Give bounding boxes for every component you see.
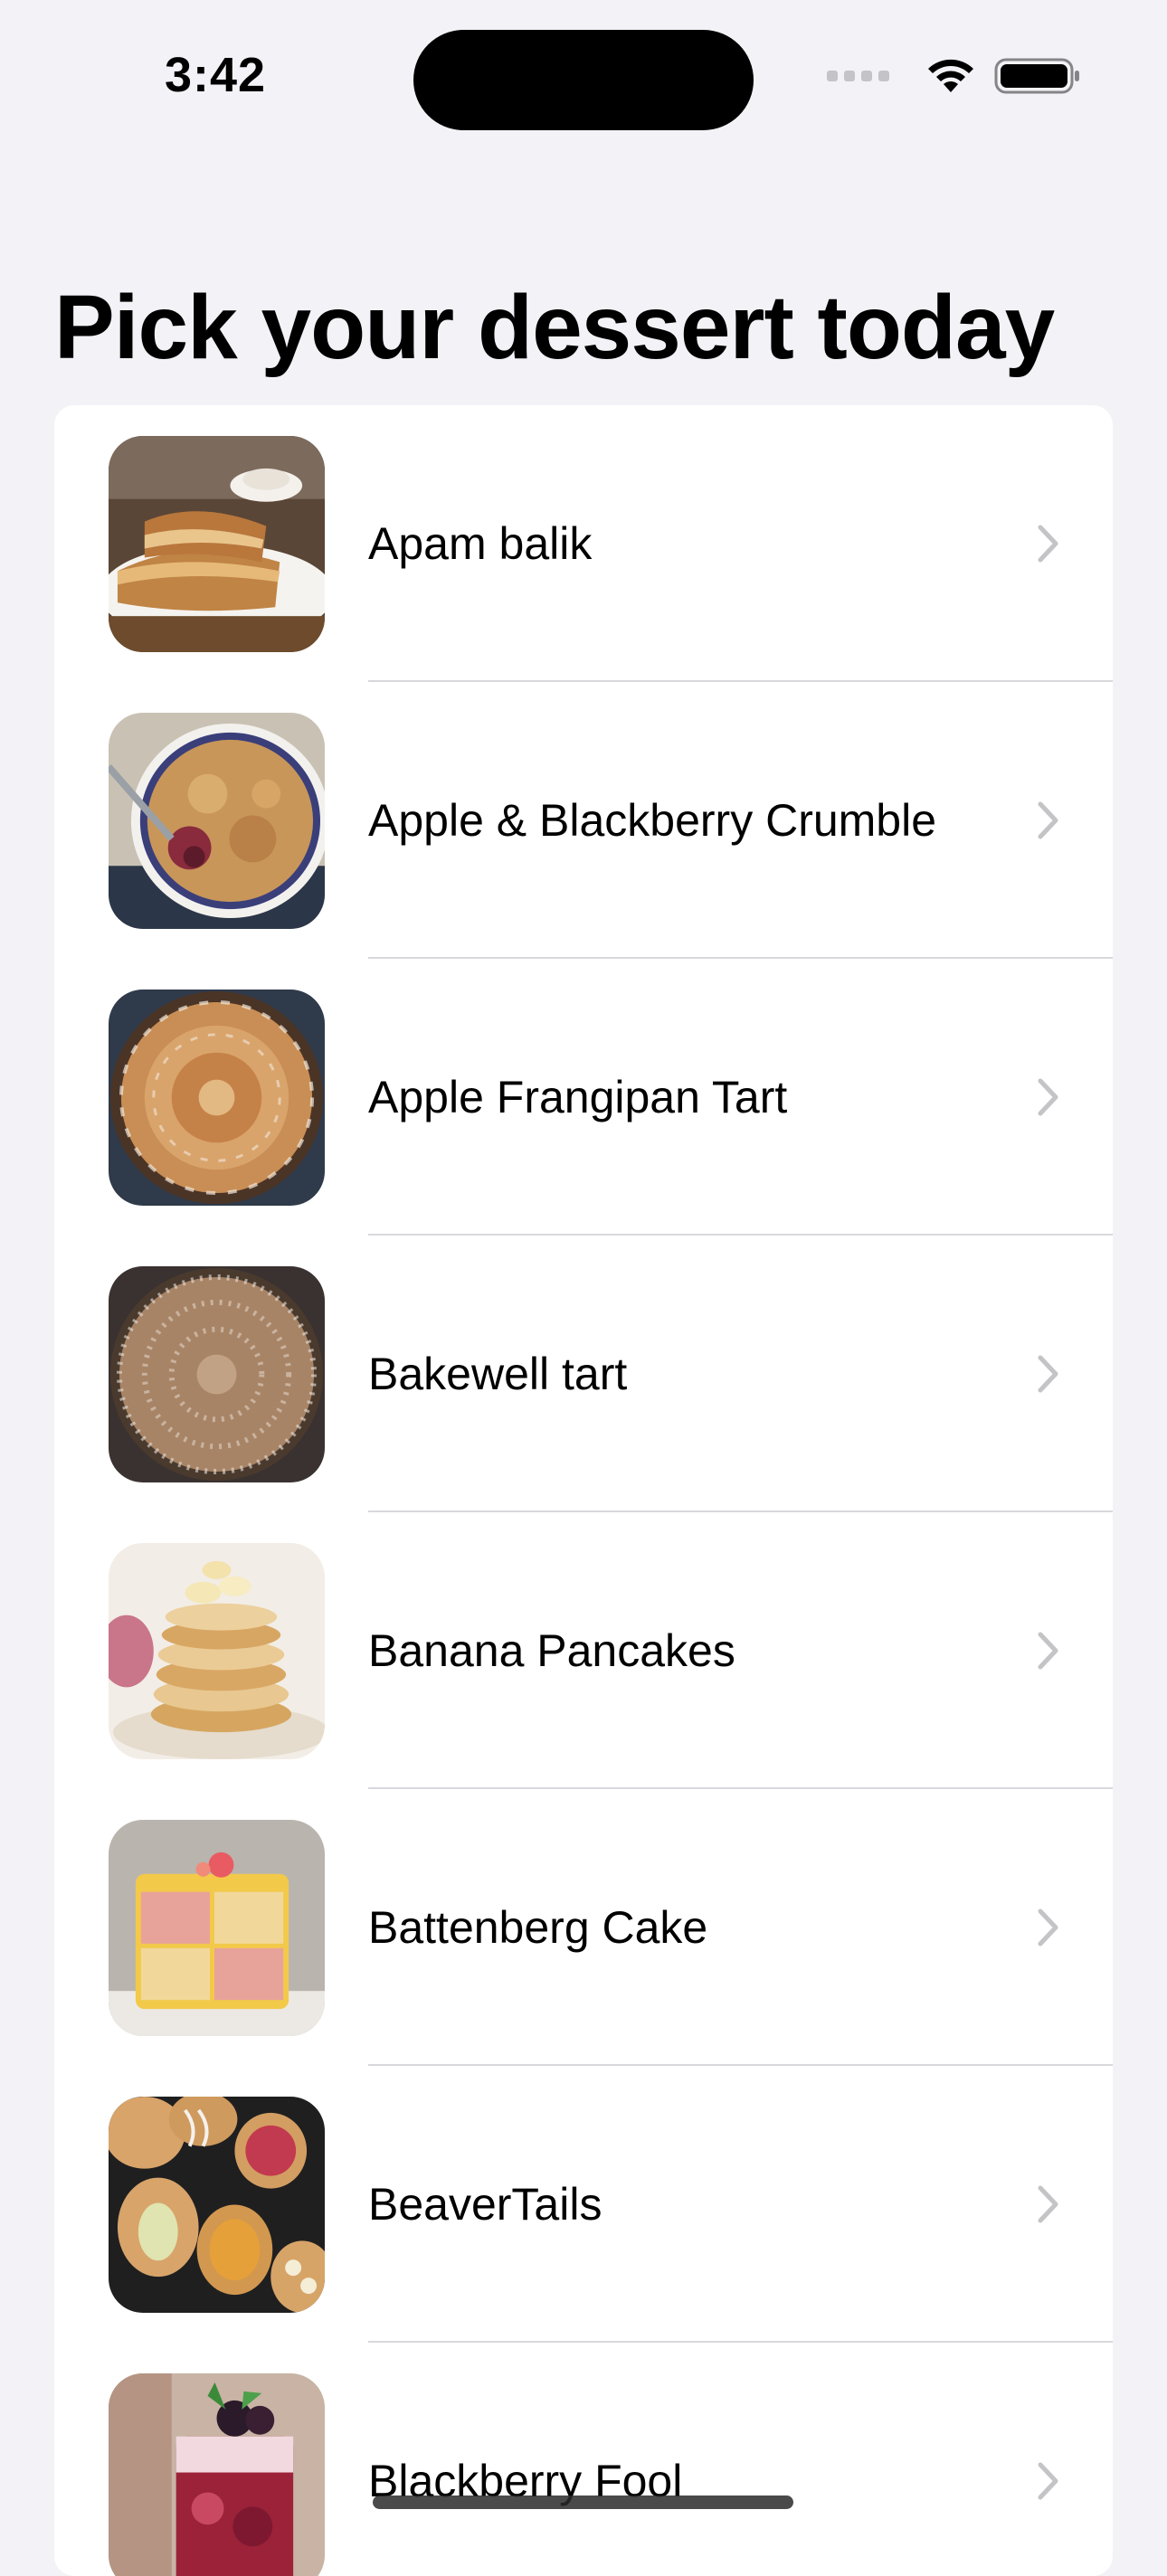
chevron-right-icon [1038,2462,1058,2500]
chevron-right-icon [1038,525,1058,563]
item-label: Apple & Blackberry Crumble [368,795,937,846]
list-item[interactable]: Blackberry Fool [54,2343,1113,2576]
beavertails-thumbnail [109,2097,325,2313]
home-indicator[interactable] [373,2496,793,2509]
chevron-right-icon [1038,1078,1058,1116]
page-title: Pick your dessert today [54,277,1055,378]
item-label: BeaverTails [368,2179,602,2230]
battery-icon [994,56,1081,96]
list-item[interactable]: Battenberg Cake [54,1789,1113,2066]
chevron-right-icon [1038,801,1058,839]
cellular-signal-icon [827,71,889,81]
list-item[interactable]: Apple Frangipan Tart [54,959,1113,1236]
status-time: 3:42 [165,48,267,102]
status-bar: 3:42 [0,0,1167,154]
item-label: Blackberry Fool [368,2456,683,2506]
banana-pancakes-thumbnail [109,1543,325,1759]
list-item[interactable]: Apam balik [54,405,1113,682]
blackberry-fool-thumbnail [109,2373,325,2576]
item-label: Apam balik [368,518,593,569]
item-label: Bakewell tart [368,1349,628,1399]
dessert-list: Apam balik Apple & Blackberry Crumble Ap… [54,405,1113,2576]
chevron-right-icon [1038,1632,1058,1670]
list-item[interactable]: Banana Pancakes [54,1512,1113,1789]
apam-balik-thumbnail [109,436,325,652]
chevron-right-icon [1038,1908,1058,1946]
wifi-icon [924,56,978,96]
dynamic-island [413,30,754,130]
battenberg-cake-thumbnail [109,1820,325,2036]
item-label: Banana Pancakes [368,1625,735,1676]
item-label: Apple Frangipan Tart [368,1072,788,1122]
list-item[interactable]: Apple & Blackberry Crumble [54,682,1113,959]
crumble-thumbnail [109,713,325,929]
chevron-right-icon [1038,2185,1058,2223]
frangipan-tart-thumbnail [109,990,325,1206]
chevron-right-icon [1038,1355,1058,1393]
status-icons [827,56,1081,96]
list-item[interactable]: BeaverTails [54,2066,1113,2343]
bakewell-tart-thumbnail [109,1266,325,1482]
item-label: Battenberg Cake [368,1902,708,1953]
list-item[interactable]: Bakewell tart [54,1236,1113,1512]
